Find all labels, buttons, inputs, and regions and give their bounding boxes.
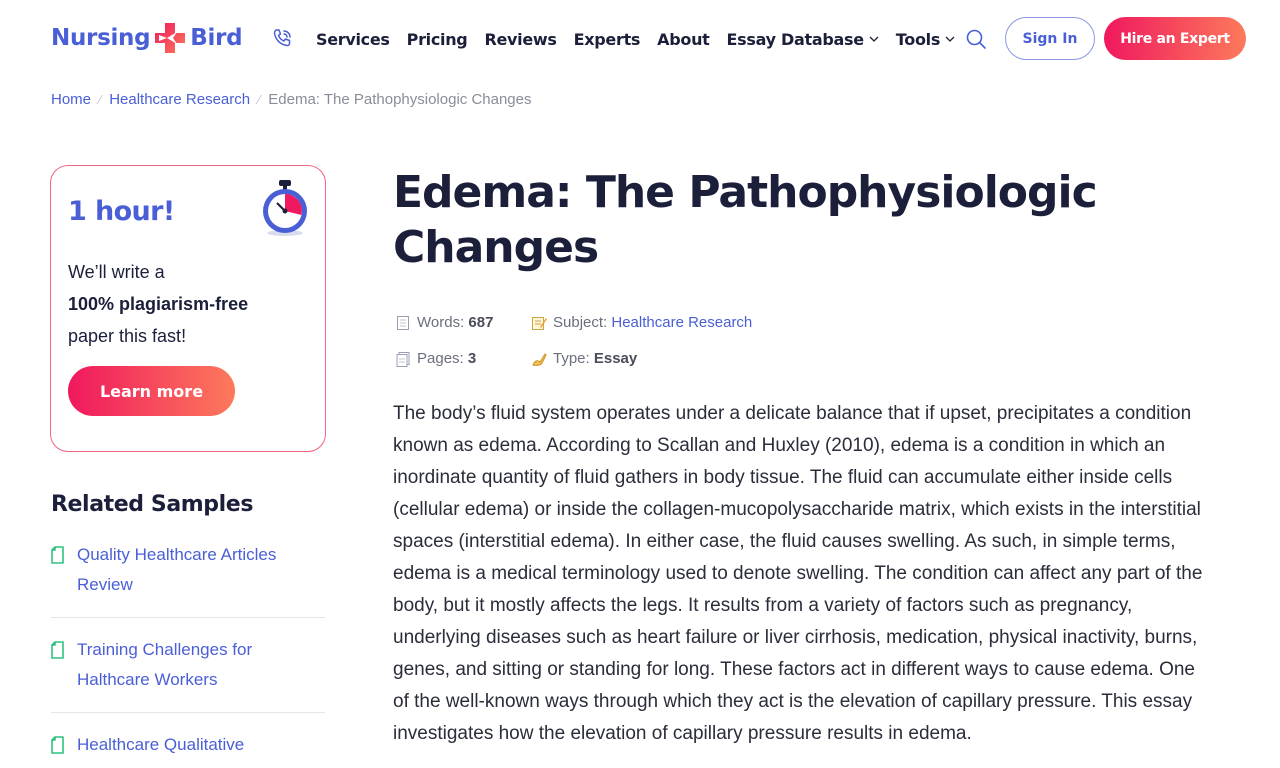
logo-text-right: Bird (190, 25, 243, 51)
words-label: Words: (417, 314, 465, 331)
type-value: Essay (593, 350, 638, 367)
article-title: Edema: The Pathophysiologic Changes (393, 167, 1098, 273)
nav-experts[interactable]: Experts (574, 30, 641, 49)
learn-more-button[interactable]: Learn more (68, 366, 235, 416)
nav-about-label: About (657, 29, 710, 49)
promo-line-3: paper this fast! (68, 326, 187, 346)
pages-icon (396, 351, 410, 367)
logo-text-left: Nursing (51, 25, 151, 51)
sign-in-button[interactable]: Sign In (1005, 17, 1095, 60)
nav-about[interactable]: About (657, 29, 710, 49)
pages-value: 3 (467, 350, 477, 367)
words-value: 687 (468, 314, 494, 331)
main-nav: Services Pricing Reviews Experts About E… (316, 28, 972, 50)
stopwatch-icon (263, 180, 307, 236)
chevron-down-icon (945, 36, 955, 42)
chevron-down-icon (869, 36, 879, 42)
document-icon (51, 736, 64, 754)
related-sample-link[interactable]: Healthcare Qualitative (77, 730, 244, 760)
document-icon (51, 546, 64, 564)
nav-experts-label: Experts (573, 29, 641, 49)
related-samples-list: Quality Healthcare Articles Review Train… (51, 540, 325, 768)
logo-cross-icon (155, 23, 186, 53)
breadcrumb-separator: ⁄ (258, 92, 261, 107)
nav-services-label: Services (316, 29, 390, 49)
promo-line-1: We’ll write a (68, 262, 165, 282)
meta-type: Type: Essay (531, 350, 637, 367)
hire-expert-button[interactable]: Hire an Expert (1104, 17, 1246, 60)
memo-icon (532, 316, 547, 330)
promo-text: We’ll write a 100% plagiarism-free paper… (68, 256, 308, 352)
nav-essay-database[interactable]: Essay Database (727, 30, 879, 49)
related-sample-link[interactable]: Quality Healthcare Articles Review (77, 540, 325, 600)
writing-hand-icon (532, 352, 547, 366)
phone-icon[interactable] (270, 27, 294, 51)
nav-tools[interactable]: Tools (896, 30, 955, 49)
nav-pricing-label: Pricing (406, 29, 468, 49)
breadcrumb-home[interactable]: Home (51, 91, 91, 108)
breadcrumb-current: Edema: The Pathophysiologic Changes (268, 91, 532, 108)
nav-reviews[interactable]: Reviews (484, 30, 556, 49)
search-icon[interactable] (964, 27, 988, 51)
breadcrumb-category[interactable]: Healthcare Research (109, 91, 250, 108)
breadcrumb: Home ⁄ Healthcare Research ⁄ Edema: The … (51, 91, 532, 108)
document-icon (51, 641, 64, 659)
breadcrumb-separator: ⁄ (99, 92, 102, 107)
meta-pages: Pages: 3 (395, 350, 476, 367)
promo-line-2: 100% plagiarism-free (68, 294, 249, 314)
subject-link[interactable]: Healthcare Research (611, 314, 752, 331)
related-samples-heading: Related Samples (51, 492, 254, 517)
pages-label: Pages: (417, 350, 464, 367)
list-item: Training Challenges for Halthcare Worker… (51, 635, 325, 713)
list-item: Healthcare Qualitative (51, 730, 325, 768)
promo-card: 1 hour! We’ll write a 100% plagiarism-fr… (50, 165, 326, 452)
list-item: Quality Healthcare Articles Review (51, 540, 325, 618)
meta-subject: Subject: Healthcare Research (531, 314, 752, 331)
article-body: The body’s fluid system operates under a… (393, 403, 1203, 744)
meta-words: Words: 687 (395, 314, 493, 331)
nav-essay-database-label: Essay Database (726, 29, 865, 49)
subject-label: Subject: (553, 314, 608, 331)
nav-reviews-label: Reviews (484, 29, 557, 49)
site-header: Nursing Bird Services Pricing Reviews Ex… (0, 0, 1280, 78)
promo-title: 1 hour! (68, 196, 175, 227)
nav-tools-label: Tools (895, 29, 941, 49)
related-sample-link[interactable]: Training Challenges for Halthcare Worker… (77, 635, 325, 695)
type-label: Type: (553, 350, 590, 367)
page-icon (397, 315, 409, 330)
nav-services[interactable]: Services (316, 30, 390, 49)
logo[interactable]: Nursing Bird (51, 20, 243, 56)
nav-pricing[interactable]: Pricing (407, 30, 468, 49)
